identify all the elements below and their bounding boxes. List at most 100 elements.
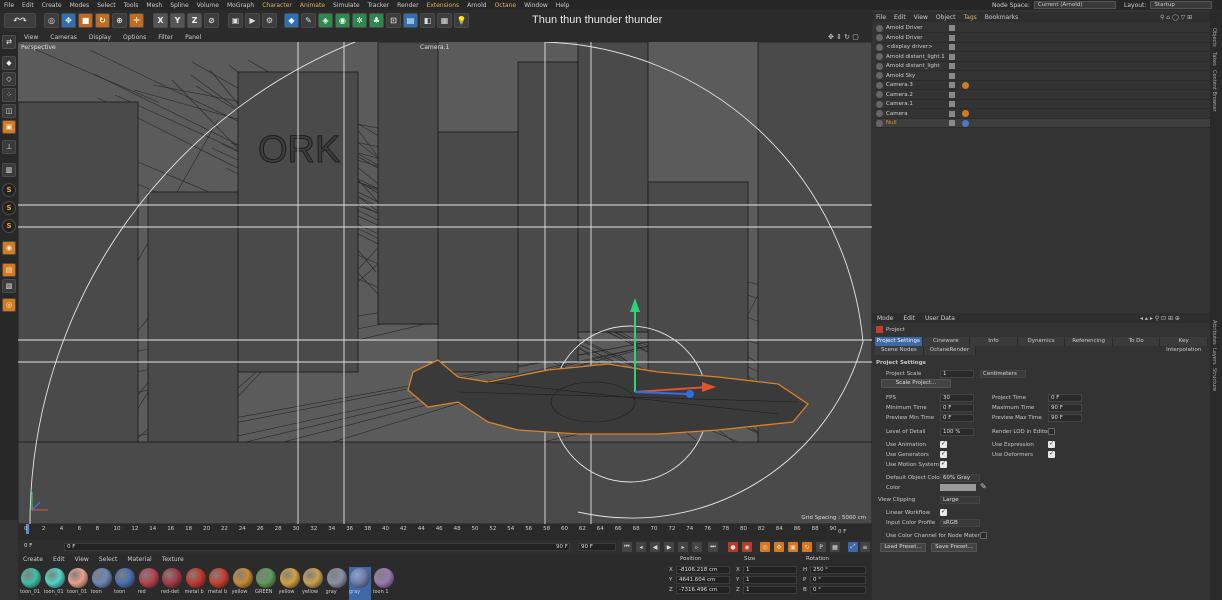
material-menu-edit[interactable]: Edit — [48, 556, 70, 563]
menu-item-spline[interactable]: Spline — [166, 2, 192, 9]
material-swatch[interactable]: yellow — [232, 567, 254, 600]
side-tab-content-browser[interactable]: Content Browser — [1211, 70, 1217, 112]
menu-item-mesh[interactable]: Mesh — [142, 2, 166, 9]
object-visibility-toggle[interactable] — [949, 44, 955, 51]
viewport-menu-cameras[interactable]: Cameras — [44, 34, 83, 41]
subtab-scene-nodes[interactable]: Scene Nodes — [875, 346, 924, 355]
floor-icon[interactable]: ▤ — [403, 13, 418, 28]
object-menu-edit[interactable]: Edit — [890, 14, 910, 21]
autokey-icon[interactable]: ◉ — [742, 542, 752, 552]
menu-item-file[interactable]: File — [0, 2, 18, 9]
object-menu-bookmarks[interactable]: Bookmarks — [981, 14, 1023, 21]
material-swatch[interactable]: toon — [91, 567, 113, 600]
material-menu-select[interactable]: Select — [94, 556, 123, 563]
fps-field[interactable]: 30 — [940, 394, 974, 402]
preview-max-time-field[interactable]: 90 F — [1048, 414, 1082, 422]
render-picture-viewer-icon[interactable]: ▶ — [245, 13, 260, 28]
recent-tool-icon[interactable]: ⊕ — [112, 13, 127, 28]
position-field[interactable]: -7316.496 cm — [676, 586, 730, 594]
menu-item-window[interactable]: Window — [520, 2, 552, 9]
axis-mode-icon[interactable]: ⊥ — [2, 140, 16, 154]
material-swatch[interactable]: yellow — [279, 567, 301, 600]
project-scale-field[interactable]: 1 — [940, 370, 974, 378]
size-field[interactable]: 1 — [743, 586, 797, 594]
material-swatch[interactable]: toon_01 — [20, 567, 42, 600]
side-tab-takes[interactable]: Takes — [1211, 52, 1217, 66]
menu-item-help[interactable]: Help — [552, 2, 574, 9]
input-color-profile-dropdown[interactable]: sRGB — [940, 519, 980, 527]
workplane-snap-icon[interactable]: S — [2, 219, 16, 233]
previous-key-icon[interactable]: ◂ — [636, 542, 646, 552]
object-visibility-toggle[interactable] — [949, 72, 955, 79]
use-generators-checkbox[interactable]: ✓ — [940, 451, 947, 458]
menu-item-modes[interactable]: Modes — [66, 2, 93, 9]
texture-mode-icon[interactable]: ◇ — [2, 72, 16, 86]
tweak-mode-icon[interactable]: ▥ — [2, 163, 16, 177]
tab-dynamics[interactable]: Dynamics — [1017, 337, 1066, 346]
next-key-icon[interactable]: ▹ — [692, 542, 702, 552]
rotation-field[interactable]: 250 ° — [810, 566, 866, 574]
material-swatch[interactable]: metal b — [185, 567, 207, 600]
menu-item-edit[interactable]: Edit — [18, 2, 38, 9]
snap-settings-icon[interactable]: S — [2, 201, 16, 215]
solo-icon[interactable]: ▧ — [2, 279, 16, 293]
3d-viewport[interactable]: ORK Perspective Camera.1 Grid Spacing: … — [18, 42, 872, 524]
key-rotation-icon[interactable]: ↻ — [802, 542, 812, 552]
object-row[interactable]: Camera.3 — [876, 81, 1210, 91]
menu-item-animate[interactable]: Animate — [296, 2, 329, 9]
object-menu-view[interactable]: View — [910, 14, 932, 21]
tab-referencing[interactable]: Referencing — [1065, 337, 1113, 346]
points-mode-icon[interactable]: ⁘ — [2, 88, 16, 102]
viewport-menu-panel[interactable]: Panel — [179, 34, 207, 41]
use-color-channel-checkbox[interactable] — [980, 532, 987, 539]
viewport-nav-icon[interactable]: ✥ ⇕ ↻ ▢ — [828, 33, 859, 41]
size-field[interactable]: 1 — [743, 576, 797, 584]
menu-item-simulate[interactable]: Simulate — [329, 2, 364, 9]
material-swatch[interactable]: toon — [114, 567, 136, 600]
level-of-detail-field[interactable]: 100 % — [940, 428, 974, 436]
layout-dropdown[interactable]: Startup — [1150, 1, 1213, 9]
tab-key-interpolation[interactable]: Key Interpolation — [1160, 337, 1209, 353]
deformer-icon[interactable]: ♣ — [369, 13, 384, 28]
position-field[interactable]: 4641.604 cm — [676, 576, 730, 584]
object-tag-icon[interactable] — [962, 119, 969, 127]
key-pla-icon[interactable]: ▦ — [830, 542, 840, 552]
model-mode-icon[interactable]: ◆ — [2, 56, 16, 70]
axis-z-toggle[interactable]: Z — [187, 13, 202, 28]
cube-primitive-icon[interactable]: ◆ — [284, 13, 299, 28]
light-object-icon[interactable]: 💡 — [454, 13, 469, 28]
rotation-field[interactable]: 0 ° — [810, 576, 866, 584]
object-visibility-toggle[interactable] — [949, 63, 955, 70]
move-tool-icon[interactable]: ✥ — [61, 13, 76, 28]
viewport-menu-options[interactable]: Options — [117, 34, 152, 41]
material-swatch[interactable]: toon_01 — [67, 567, 89, 600]
object-tag-icon[interactable] — [962, 110, 969, 118]
workplane-icon[interactable]: ▤ — [2, 263, 16, 277]
material-swatch[interactable]: toon 1 — [373, 567, 395, 600]
view-clipping-dropdown[interactable]: Large — [940, 496, 980, 504]
live-selection-icon[interactable]: ◎ — [44, 13, 59, 28]
material-swatch[interactable]: GREEN — [255, 567, 277, 600]
tab-to-do[interactable]: To Do — [1112, 337, 1161, 346]
menu-item-render[interactable]: Render — [393, 2, 422, 9]
make-editable-icon[interactable]: ⇄ — [2, 35, 16, 49]
material-menu-texture[interactable]: Texture — [157, 556, 189, 563]
subdivision-surface-icon[interactable]: ◈ — [318, 13, 333, 28]
project-time-field[interactable]: 0 F — [1048, 394, 1082, 402]
play-icon[interactable]: ▶ — [664, 542, 674, 552]
material-menu-view[interactable]: View — [70, 556, 94, 563]
previous-frame-icon[interactable]: ◀ — [650, 542, 660, 552]
object-menu-tags[interactable]: Tags — [959, 14, 980, 21]
project-scale-unit-dropdown[interactable]: Centimeters — [980, 370, 1026, 378]
menu-item-arnold[interactable]: Arnold — [463, 2, 490, 9]
menu-item-mograph[interactable]: MoGraph — [223, 2, 258, 9]
snap-icon[interactable]: S — [2, 183, 16, 197]
timeline-menu-icon[interactable]: ≡ — [860, 542, 870, 552]
menu-item-select[interactable]: Select — [93, 2, 120, 9]
object-row[interactable]: Camera.1 — [876, 100, 1210, 110]
save-preset-button[interactable]: Save Preset... — [931, 543, 977, 552]
object-row[interactable]: Arnold Driver — [876, 34, 1210, 43]
render-settings-icon[interactable]: ⚙ — [262, 13, 277, 28]
undo-redo-icon[interactable]: ↶↷ — [4, 13, 36, 28]
attributes-menu-user-data[interactable]: User Data — [920, 315, 960, 322]
